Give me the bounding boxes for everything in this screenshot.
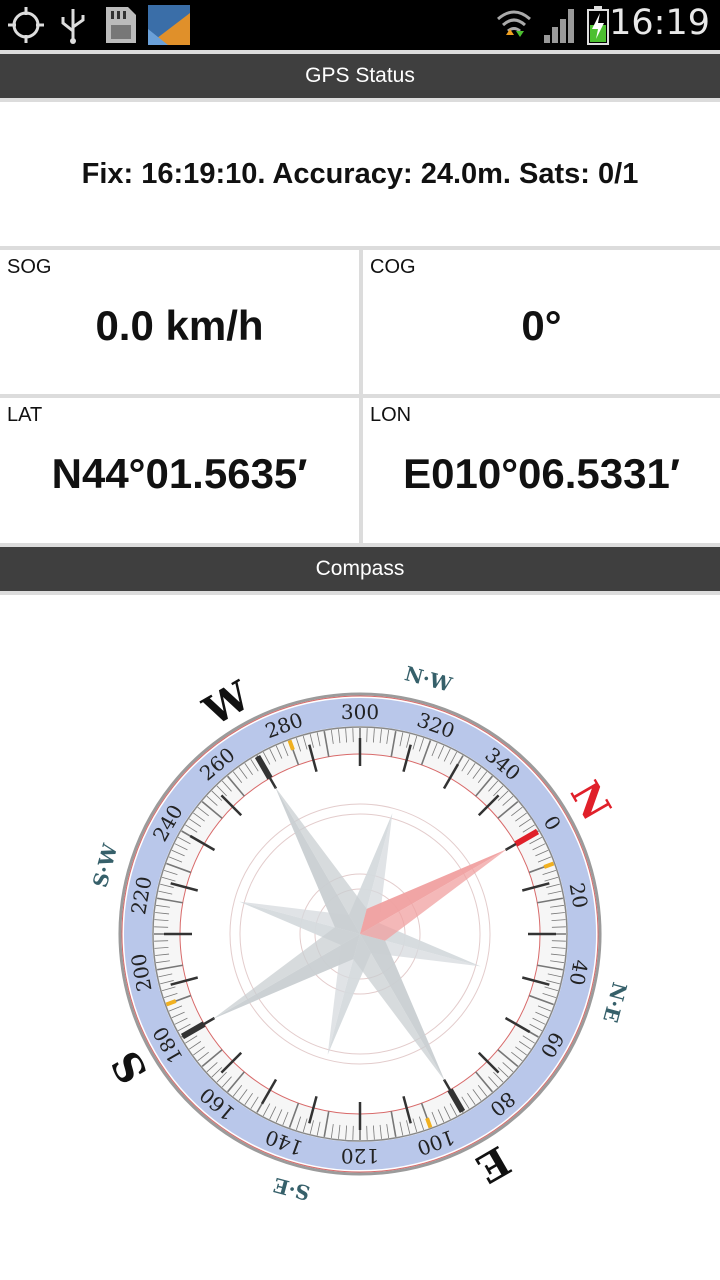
compass-degree-label: 20 [565, 881, 593, 910]
compass-rotating-group: 020406080100120140160180200220240260280 3… [88, 661, 632, 1206]
lat-value: N44°01.5635′ [51, 450, 308, 497]
sd-card-icon [106, 7, 136, 43]
cog-value: 0° [521, 302, 562, 349]
intercardinal-label-se: S·E [271, 1173, 313, 1206]
compass-degree-label: 40 [565, 958, 593, 987]
lon-cell: LON E010°06.5331′ [363, 398, 720, 543]
gps-status-header: GPS Status [0, 54, 720, 98]
intercardinal-label-sw: S·W [88, 841, 123, 890]
fix-status-text: Fix: 16:19:10. Accuracy: 24.0m. Sats: 0/… [81, 158, 639, 190]
status-bar-time: 16:19 [609, 3, 710, 43]
lat-cell: LAT N44°01.5635′ [0, 398, 359, 543]
gps-icon [8, 7, 44, 43]
divider [359, 250, 363, 544]
lon-label: LON [370, 404, 412, 426]
lat-label: LAT [7, 404, 43, 426]
compass-graphic: 020406080100120140160180200220240260280 3… [88, 661, 632, 1206]
intercardinal-label-ne: N·E [598, 980, 632, 1025]
compass-header: Compass [0, 547, 720, 591]
intercardinal-label-nw: N·W [402, 661, 455, 697]
app-thumbnail-icon [148, 5, 190, 45]
usb-icon [61, 9, 85, 44]
compass-degree-label: 120 [341, 1144, 379, 1168]
sog-cell: SOG 0.0 km/h [0, 250, 359, 395]
cog-label: COG [370, 256, 416, 278]
cog-cell: COG 0° [363, 250, 720, 395]
sog-label: SOG [7, 256, 52, 278]
lon-value: E010°06.5331′ [403, 450, 680, 497]
sog-value: 0.0 km/h [95, 302, 264, 349]
wifi-icon [497, 10, 531, 37]
status-bar: 16:19 [0, 0, 720, 50]
compass-dial: 0 20 40 60 80 100 120 140 160 180 200 220 240 260 280 3… [0, 592, 720, 1280]
battery-charging-icon [587, 6, 609, 45]
compass-degree-label: 300 [341, 700, 379, 724]
signal-icon [544, 9, 574, 43]
